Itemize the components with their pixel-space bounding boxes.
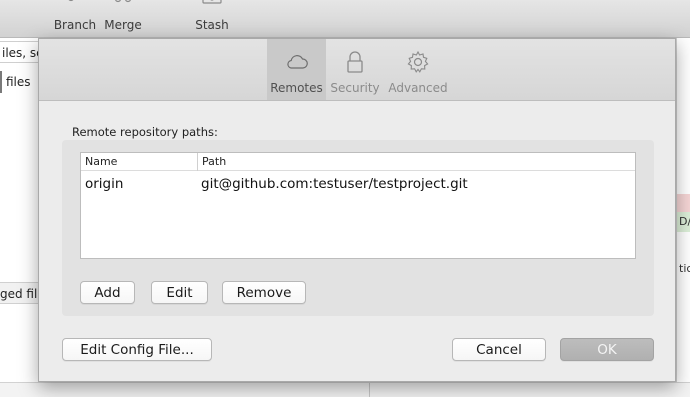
tab-advanced[interactable]: Advanced [386, 39, 450, 100]
branch-icon [68, 0, 74, 2]
add-remote-button[interactable]: Add [80, 281, 135, 304]
diff-removed-line [677, 194, 690, 212]
edit-remote-button[interactable]: Edit [151, 281, 208, 304]
sidebar-item-files[interactable]: files [0, 71, 38, 93]
file-search-field[interactable]: iles, sc [0, 41, 38, 63]
edit-config-file-button[interactable]: Edit Config File... [62, 338, 212, 361]
merge-button[interactable]: Merge [103, 0, 143, 38]
divider [369, 383, 370, 397]
table-header: Name Path [81, 153, 635, 171]
column-header-path[interactable]: Path [197, 153, 635, 171]
stash-button[interactable]: Stash [191, 0, 233, 38]
gear-icon [406, 49, 430, 75]
remote-paths-heading: Remote repository paths: [72, 125, 218, 139]
table-row[interactable]: origin git@github.com:testuser/testproje… [81, 172, 635, 196]
branch-button[interactable]: Branch [52, 0, 98, 38]
staged-files-header[interactable]: ged file [0, 282, 38, 304]
diff-text: tic [679, 262, 690, 275]
tab-advanced-label: Advanced [388, 81, 448, 95]
diff-panel: D/R tic [676, 38, 690, 397]
settings-tab-bar: Remotes Security Advanced [39, 39, 675, 101]
ok-button[interactable]: OK [560, 338, 654, 361]
tab-remotes-label: Remotes [270, 81, 323, 95]
lock-icon [345, 49, 365, 75]
diff-added-line: D/R [677, 212, 690, 232]
tab-remotes[interactable]: Remotes [267, 39, 326, 100]
remotes-table: Name Path origin git@github.com:testuser… [80, 152, 636, 259]
merge-icon [115, 0, 131, 3]
status-bar [0, 382, 690, 397]
cancel-button[interactable]: Cancel [452, 338, 546, 361]
repository-settings-dialog: Remotes Security Advanced Remote reposit… [38, 38, 676, 382]
tab-security-label: Security [330, 81, 380, 95]
stash-label: Stash [195, 18, 229, 32]
stash-icon [202, 0, 222, 4]
remote-name-cell: origin [85, 176, 124, 192]
merge-label: Merge [104, 18, 142, 32]
sidebar: iles, sc files ged file [0, 38, 38, 397]
diff-text: D/R [679, 215, 690, 228]
remote-path-cell: git@github.com:testuser/testproject.git [201, 176, 468, 192]
app-toolbar: Branch Merge Stash [0, 0, 690, 38]
remove-remote-button[interactable]: Remove [222, 281, 306, 304]
remotes-group: Name Path origin git@github.com:testuser… [62, 140, 654, 316]
tab-security[interactable]: Security [328, 39, 382, 100]
cloud-icon [285, 49, 309, 75]
column-header-name[interactable]: Name [85, 153, 195, 171]
branch-label: Branch [53, 18, 97, 32]
